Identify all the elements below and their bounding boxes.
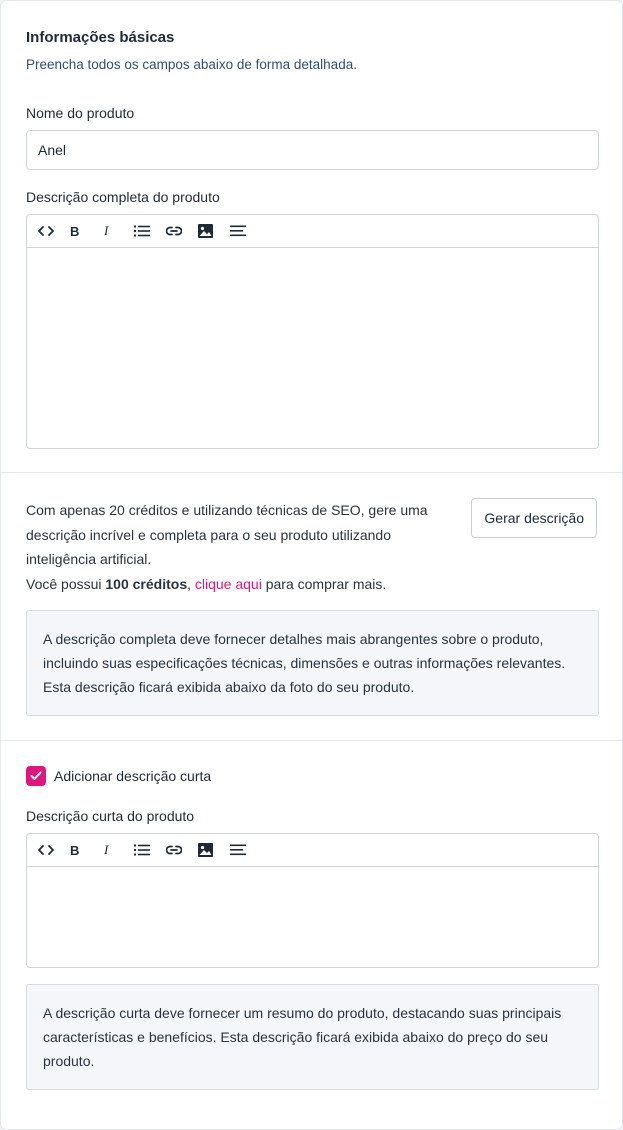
code-icon[interactable] (38, 219, 70, 243)
italic-button[interactable]: I (102, 219, 134, 243)
credits-prefix: Você possui (26, 575, 106, 592)
full-description-group: Descrição completa do produto B I (26, 189, 599, 449)
italic-icon: I (104, 842, 109, 857)
bold-button[interactable]: B (70, 838, 102, 862)
bold-button[interactable]: B (70, 219, 102, 243)
short-description-toggle: Adicionar descrição curta (26, 766, 597, 786)
full-description-infobox: A descrição completa deve fornecer detal… (26, 610, 599, 716)
italic-icon: I (104, 223, 109, 238)
generate-description-button[interactable]: Gerar descrição (471, 498, 597, 538)
product-info-card: Informações básicas Preencha todos os ca… (0, 0, 623, 1130)
list-icon[interactable] (134, 219, 166, 243)
full-description-hint: A descrição completa deve fornecer detal… (26, 610, 599, 716)
product-name-input[interactable]: Anel (26, 130, 599, 170)
full-description-label: Descrição completa do produto (26, 189, 220, 205)
credits-suffix: para comprar mais. (261, 575, 387, 592)
ai-description-section: Com apenas 20 créditos e utilizando técn… (26, 498, 597, 598)
section-divider (1, 740, 622, 741)
link-icon[interactable] (166, 219, 198, 243)
link-icon[interactable] (166, 838, 198, 862)
short-description-label: Descrição curta do produto (26, 808, 195, 824)
full-description-editor: B I (26, 214, 599, 449)
ai-description-text: Com apenas 20 créditos e utilizando técn… (26, 498, 446, 596)
align-left-icon[interactable] (230, 219, 262, 243)
ai-description-info: Com apenas 20 créditos e utilizando técn… (26, 502, 428, 567)
short-description-infobox: A descrição curta deve fornecer um resum… (26, 984, 599, 1090)
short-description-group: Descrição curta do produto B I (26, 808, 599, 968)
short-description-textarea[interactable] (27, 867, 598, 967)
check-icon (30, 771, 42, 780)
basic-info-section: Informações básicas Preencha todos os ca… (26, 29, 597, 72)
image-icon[interactable] (198, 838, 230, 862)
code-icon[interactable] (38, 838, 70, 862)
list-icon[interactable] (134, 838, 166, 862)
section-divider (1, 472, 622, 473)
full-description-textarea[interactable] (27, 248, 598, 448)
italic-button[interactable]: I (102, 838, 134, 862)
editor-toolbar: B I (27, 215, 598, 248)
editor-toolbar: B I (27, 834, 598, 867)
align-left-icon[interactable] (230, 838, 262, 862)
section-title: Informações básicas (26, 29, 175, 46)
buy-credits-link[interactable]: clique aqui (195, 576, 262, 592)
product-name-group: Nome do produto Anel (26, 105, 599, 170)
credits-separator: , (187, 575, 195, 592)
short-description-hint: A descrição curta deve fornecer um resum… (26, 984, 599, 1090)
credits-amount: 100 créditos (105, 575, 188, 592)
short-description-checkbox[interactable] (26, 766, 46, 786)
short-description-editor: B I (26, 833, 599, 968)
short-description-checkbox-label[interactable]: Adicionar descrição curta (54, 768, 211, 784)
section-subtitle: Preencha todos os campos abaixo de forma… (26, 57, 357, 72)
image-icon[interactable] (198, 219, 230, 243)
product-name-label: Nome do produto (26, 105, 135, 121)
bold-icon: B (70, 223, 80, 239)
bold-icon: B (70, 842, 80, 858)
